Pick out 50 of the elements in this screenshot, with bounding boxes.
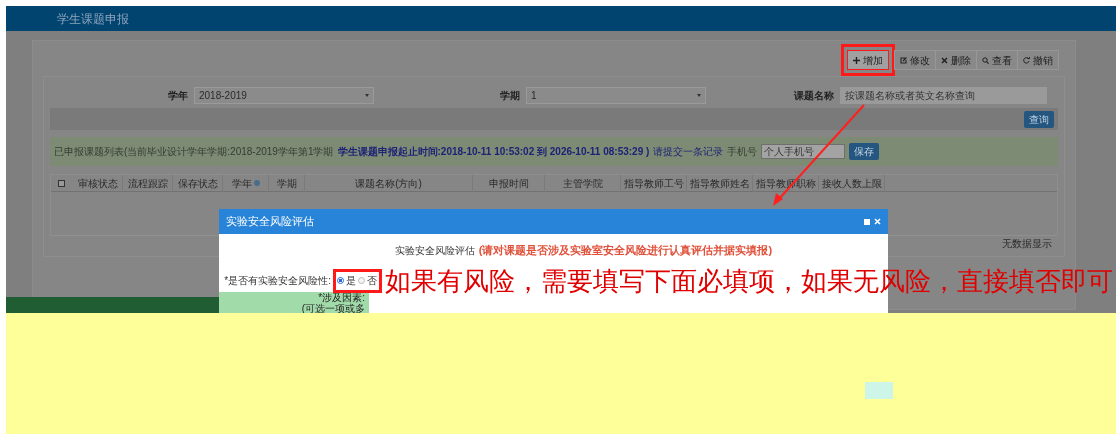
column-header[interactable]: 接收人数上限 — [819, 174, 885, 192]
select-all-checkbox[interactable] — [58, 179, 65, 187]
filter-label: 学期 — [500, 88, 520, 103]
column-header[interactable]: 指导教师工号 — [621, 174, 687, 192]
notice-text: 已申报课题列表(当前毕业设计学年学期:2018-2019学年第1学期 — [54, 145, 334, 159]
search-field[interactable]: 按课题名称或者英文名称查询 — [840, 86, 1047, 104]
phone-field[interactable]: 个人手机号 — [761, 144, 846, 159]
plus-icon — [853, 56, 860, 64]
factors-label: *涉及因素: — [318, 292, 365, 303]
refresh-icon — [1023, 56, 1030, 64]
modal-subtitle: 实验安全风险评估 — [394, 243, 475, 258]
column-header[interactable]: 审核状态 — [73, 174, 123, 192]
column-header[interactable]: 保存状态 — [173, 174, 223, 192]
search-icon — [982, 56, 989, 64]
column-header[interactable]: 学期 — [269, 174, 305, 192]
select-field[interactable]: 2018-2019 — [194, 86, 374, 104]
radio-button[interactable] — [358, 276, 365, 284]
caret-icon — [697, 93, 701, 97]
radio-label: 是 — [346, 273, 356, 288]
maximize-icon[interactable] — [864, 218, 870, 225]
page-title: 学生课题申报 — [57, 10, 129, 28]
column-header[interactable]: 流程跟踪 — [123, 174, 173, 192]
empty-message: 无数据显示 — [1002, 236, 1052, 251]
column-header[interactable]: 学年 — [223, 174, 269, 192]
modal-title: 实验安全风险评估 — [226, 214, 314, 230]
search-button[interactable]: 查询 — [1024, 110, 1054, 128]
save-button[interactable]: 保存 — [849, 143, 880, 160]
filter-label: 课题名称 — [794, 88, 834, 103]
select-field[interactable]: 1 — [526, 86, 706, 104]
caret-icon — [365, 93, 369, 97]
filter-label: 学年 — [168, 88, 188, 103]
risk-question-label: *是否有实验安全风险性: — [223, 273, 331, 288]
toolbar-button[interactable]: 查看 — [976, 50, 1018, 70]
close-icon[interactable] — [874, 218, 881, 225]
toolbar-button[interactable]: 撤销 — [1017, 50, 1059, 70]
toolbar-button[interactable]: 修改 — [894, 50, 936, 70]
radio-button[interactable] — [337, 276, 344, 284]
radio-label: 否 — [367, 273, 377, 288]
close-icon — [941, 56, 948, 64]
sort-icon — [253, 180, 260, 186]
modal-subtitle-note: (请对课题是否涉及实验室安全风险进行认真评估并据实填报) — [478, 242, 773, 258]
column-header[interactable]: 指导教师姓名 — [687, 174, 753, 192]
highlight-frame — [333, 269, 382, 293]
column-header[interactable]: 课题名称(方向) — [305, 174, 473, 192]
column-header[interactable]: 申报时间 — [473, 174, 545, 192]
column-header[interactable]: 主管学院 — [545, 174, 621, 192]
toolbar-button[interactable]: 删除 — [935, 50, 977, 70]
edit-icon — [900, 56, 907, 64]
phone-label: 手机号 — [727, 145, 758, 159]
deadline-text: 学生课题申报起止时间:2018-10-11 10:53:02 到 2026-10-11 08:53:29 ) — [337, 145, 650, 159]
